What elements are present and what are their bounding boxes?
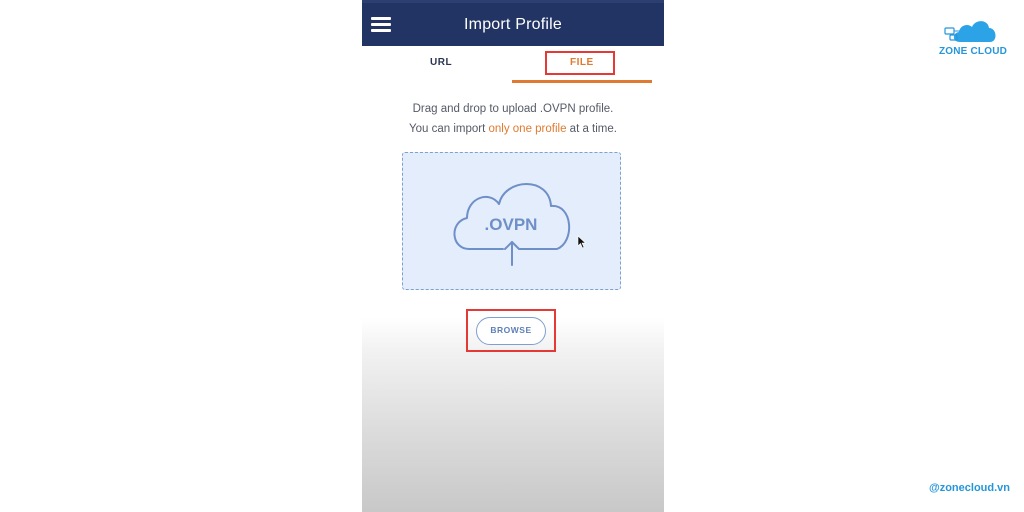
app-bar: Import Profile [362,0,664,46]
page: Import Profile URL FILE Drag and drop to… [0,0,1024,512]
tab-url[interactable]: URL [430,57,452,68]
logo-text: ZONE CLOUD [938,46,1008,57]
instruction-highlight: only one profile [488,123,567,135]
instruction-line-1: Drag and drop to upload .OVPN profile. [412,103,614,115]
active-tab-indicator [512,80,652,83]
cloud-logo-icon [944,21,996,42]
upload-instructions: Drag and drop to upload .OVPN profile. Y… [362,99,664,139]
instruction-line-2-suffix: at a time. [566,123,617,135]
browse-button[interactable]: BROWSE [476,317,546,345]
tab-file[interactable]: FILE [570,57,594,68]
phone-screen: Import Profile URL FILE Drag and drop to… [362,0,664,512]
ovpn-label: .OVPN [485,215,538,234]
instruction-line-2-prefix: You can import [409,123,489,135]
tab-bar: URL FILE [362,46,664,84]
mouse-pointer-icon [577,235,587,249]
page-title: Import Profile [464,16,562,33]
cloud-upload-icon: .OVPN [453,183,571,266]
social-handle: @zonecloud.vn [928,482,1010,494]
zone-cloud-logo: ZONE CLOUD [930,16,1016,62]
instruction-line-2: You can import only one profile at a tim… [362,119,664,139]
file-drop-zone[interactable]: .OVPN [402,152,621,290]
